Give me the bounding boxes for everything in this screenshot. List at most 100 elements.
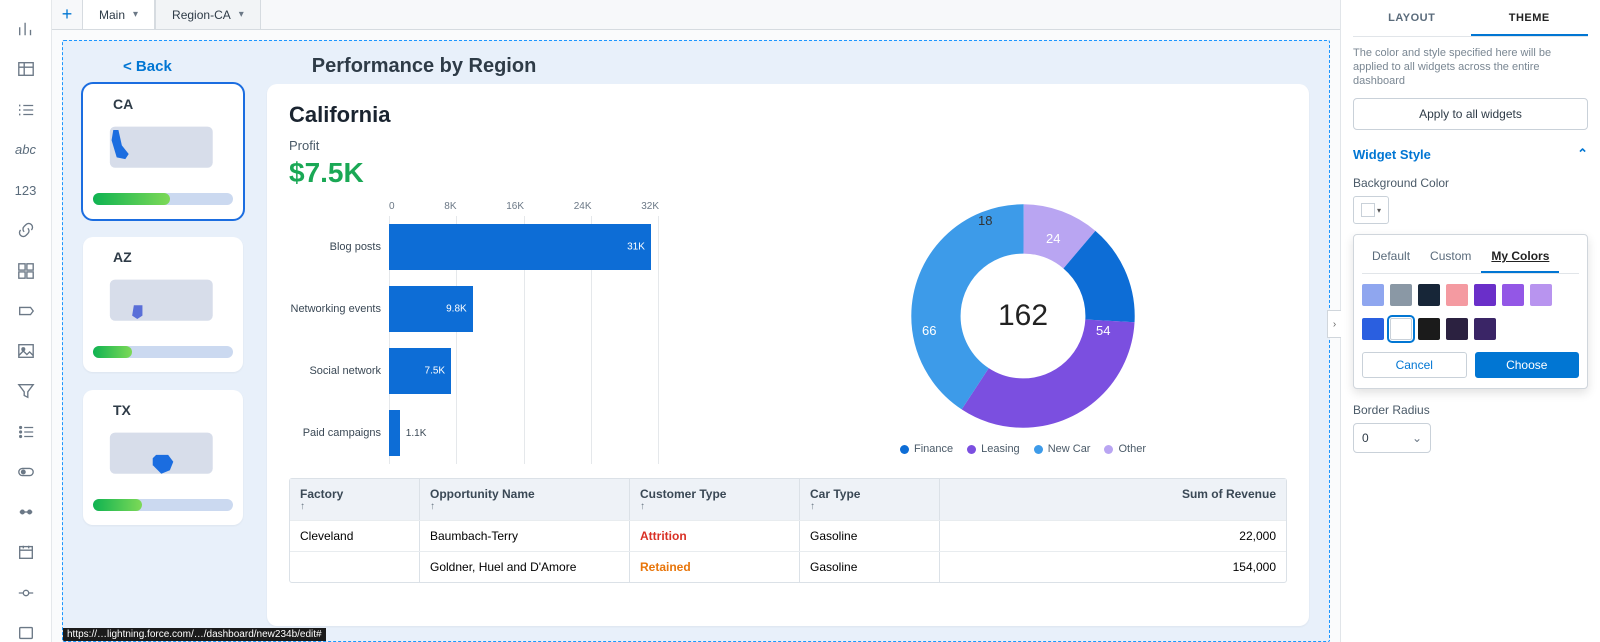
region-label: CA — [113, 96, 233, 112]
chevron-down-icon: ▾ — [239, 9, 244, 20]
color-cancel-button[interactable]: Cancel — [1362, 352, 1467, 378]
tab-main[interactable]: Main▾ — [82, 0, 155, 29]
region-label: TX — [113, 402, 233, 418]
donut-seg-label: 66 — [922, 323, 936, 338]
widget-style-section[interactable]: Widget Style ⌃ — [1353, 146, 1588, 162]
mini-map-tx — [93, 424, 233, 484]
status-url-hint: https://…lightning.force.com/…/dashboard… — [63, 628, 326, 641]
caret-down-icon: ▾ — [1377, 206, 1381, 215]
color-swatch[interactable] — [1390, 284, 1412, 306]
link-icon[interactable] — [16, 221, 36, 239]
table-row[interactable]: Cleveland Baumbach-Terry Attrition Gasol… — [290, 520, 1286, 551]
mini-map-az — [93, 271, 233, 331]
donut-center-value: 162 — [908, 201, 1138, 431]
color-swatch[interactable] — [1446, 318, 1468, 340]
region-progress — [93, 193, 233, 205]
table-icon[interactable] — [16, 60, 36, 78]
sort-asc-icon[interactable]: ↑ — [810, 501, 929, 512]
revenue-table[interactable]: Factory↑ Opportunity Name↑ Customer Type… — [289, 478, 1287, 583]
color-swatch-grid — [1362, 284, 1579, 340]
sort-asc-icon[interactable]: ↑ — [300, 501, 409, 512]
chevron-down-icon: ▾ — [133, 9, 138, 20]
color-swatch[interactable] — [1418, 284, 1440, 306]
tab-theme[interactable]: THEME — [1471, 0, 1589, 36]
canvas-area: + Main▾ Region-CA▾ < Back Performance by… — [52, 0, 1340, 642]
color-swatch[interactable] — [1502, 284, 1524, 306]
region-label: AZ — [113, 249, 233, 265]
border-radius-select[interactable]: 0 ⌄ — [1353, 423, 1431, 453]
bar-label: Blog posts — [289, 241, 389, 253]
toggle-icon[interactable] — [16, 463, 36, 481]
donut-chart-area: 162 18 24 54 66 Finance Leasing New Car … — [759, 201, 1287, 464]
color-swatch[interactable] — [1530, 284, 1552, 306]
region-card-tx[interactable]: TX — [83, 390, 243, 525]
color-swatch[interactable] — [1474, 284, 1496, 306]
theme-description: The color and style specified here will … — [1353, 47, 1588, 88]
table-body: Cleveland Baumbach-Terry Attrition Gasol… — [290, 520, 1286, 582]
component-icon[interactable] — [16, 624, 36, 642]
main-widget[interactable]: California Profit $7.5K 0 8K 16K 24K 32K — [267, 84, 1309, 626]
color-popover: Default Custom My Colors Cancel Choose — [1353, 234, 1588, 389]
theme-panel: › LAYOUT THEME The color and style speci… — [1340, 0, 1600, 642]
left-widget-rail: abc 123 — [0, 0, 52, 642]
chevron-up-icon: ⌃ — [1577, 146, 1588, 162]
color-swatch[interactable] — [1474, 318, 1496, 340]
chart-bar-icon[interactable] — [16, 20, 36, 38]
bar-label: Networking events — [289, 303, 389, 315]
color-swatch[interactable] — [1418, 318, 1440, 340]
donut-chart[interactable]: 162 18 24 54 66 — [908, 201, 1138, 431]
slider-icon[interactable] — [16, 584, 36, 602]
bg-color-picker-button[interactable]: ▾ — [1353, 196, 1389, 224]
page-title: Performance by Region — [312, 55, 537, 78]
bullets-icon[interactable] — [16, 423, 36, 441]
color-tab-mycolors[interactable]: My Colors — [1481, 243, 1559, 273]
number-icon[interactable]: 123 — [16, 181, 36, 199]
donut-seg-label: 54 — [1096, 323, 1110, 338]
chevron-down-icon: ⌄ — [1412, 431, 1422, 445]
color-tab-custom[interactable]: Custom — [1420, 243, 1481, 273]
region-progress — [93, 346, 233, 358]
panel-collapse-button[interactable]: › — [1327, 310, 1341, 338]
color-swatch-selected[interactable] — [1390, 318, 1412, 340]
bar-chart-x-axis: 0 8K 16K 24K 32K — [389, 201, 659, 212]
color-swatch[interactable] — [1362, 318, 1384, 340]
container-icon[interactable] — [16, 262, 36, 280]
add-tab-button[interactable]: + — [52, 0, 82, 29]
tab-layout[interactable]: LAYOUT — [1353, 0, 1471, 36]
page-tab-bar: + Main▾ Region-CA▾ — [52, 0, 1340, 30]
mini-map-ca — [93, 118, 233, 178]
dashboard-page[interactable]: < Back Performance by Region CA AZ — [62, 40, 1330, 642]
apply-all-button[interactable]: Apply to all widgets — [1353, 98, 1588, 130]
image-icon[interactable] — [16, 342, 36, 360]
bar-label: Social network — [289, 365, 389, 377]
sort-asc-icon[interactable]: ↑ — [430, 501, 619, 512]
range-icon[interactable] — [16, 503, 36, 521]
region-progress — [93, 499, 233, 511]
tab-region-ca[interactable]: Region-CA▾ — [155, 0, 261, 29]
filter-icon[interactable] — [16, 382, 36, 400]
input-icon[interactable] — [16, 302, 36, 320]
bg-color-label: Background Color — [1353, 176, 1588, 190]
color-tab-default[interactable]: Default — [1362, 243, 1420, 273]
widget-title: California — [289, 102, 1287, 128]
color-swatch[interactable] — [1362, 284, 1384, 306]
metric-label: Profit — [289, 138, 1287, 153]
region-selector: CA AZ TX — [83, 84, 243, 626]
table-row[interactable]: Goldner, Huel and D'Amore Retained Gasol… — [290, 551, 1286, 582]
border-radius-label: Border Radius — [1353, 403, 1588, 417]
back-link[interactable]: < Back — [123, 58, 172, 75]
sort-asc-icon[interactable]: ↑ — [640, 501, 789, 512]
region-card-ca[interactable]: CA — [83, 84, 243, 219]
metric-value: $7.5K — [289, 157, 1287, 189]
color-swatch[interactable] — [1446, 284, 1468, 306]
text-icon[interactable]: abc — [16, 141, 36, 159]
bar-chart[interactable]: 0 8K 16K 24K 32K Blog posts Networking e… — [289, 201, 719, 464]
donut-seg-label: 18 — [978, 213, 992, 228]
date-icon[interactable] — [16, 543, 36, 561]
list-number-icon[interactable] — [16, 101, 36, 119]
donut-legend: Finance Leasing New Car Other — [900, 443, 1146, 455]
region-card-az[interactable]: AZ — [83, 237, 243, 372]
color-choose-button[interactable]: Choose — [1475, 352, 1580, 378]
table-header-row: Factory↑ Opportunity Name↑ Customer Type… — [290, 479, 1286, 520]
theme-panel-tabs: LAYOUT THEME — [1353, 0, 1588, 37]
